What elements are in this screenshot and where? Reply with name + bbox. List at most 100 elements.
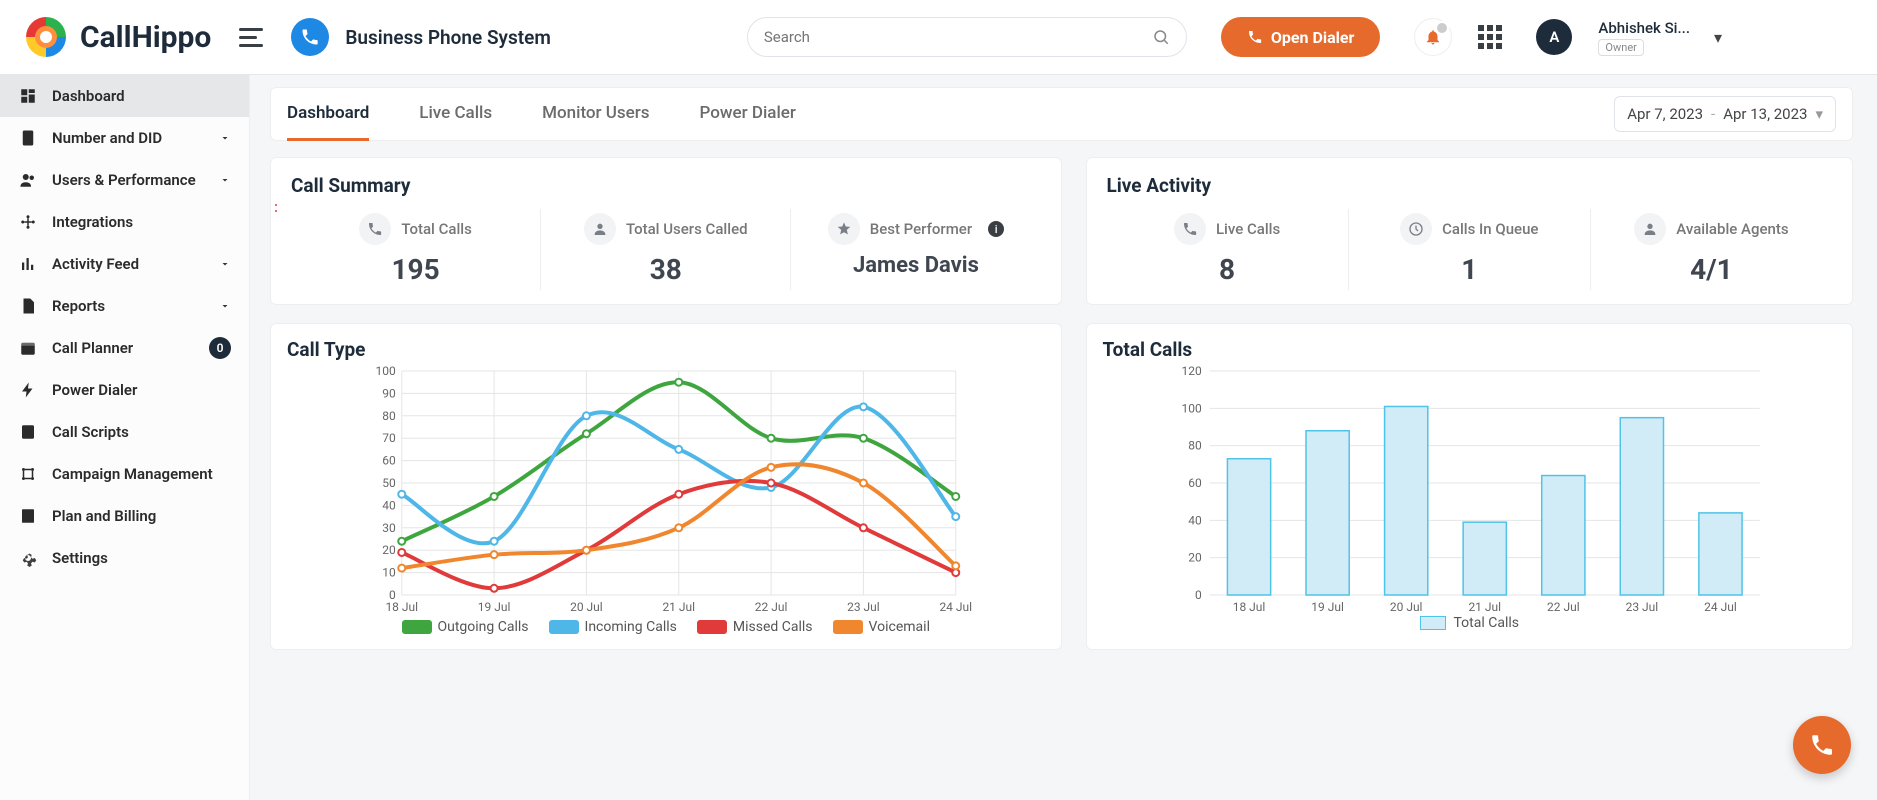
sidebar-item-label: Settings [52,549,108,567]
tab-monitor-users[interactable]: Monitor Users [542,87,649,141]
svg-text:19 Jul: 19 Jul [1311,600,1344,614]
open-dialer-button[interactable]: Open Dialer [1221,17,1381,57]
svg-text:60: 60 [1188,476,1202,490]
sidebar-item-settings[interactable]: Settings [0,537,249,579]
call-summary-title: Call Summary [291,174,1041,197]
search-icon[interactable] [1152,28,1170,46]
dialer-fab[interactable] [1793,716,1851,774]
legend-label: Missed Calls [733,619,813,635]
user-meta[interactable]: Abhishek Si... Owner [1598,19,1690,56]
stat-total-calls: Total Calls 195 [291,209,541,290]
stat-total-users-called: Total Users Called 38 [541,209,791,290]
stat-label: Available Agents [1676,220,1788,238]
stat-available-agents: Available Agents 4/1 [1591,209,1832,290]
sidebar-item-label: Call Scripts [52,423,129,441]
stat-label: Live Calls [1216,220,1280,238]
sidebar-item-label: Activity Feed [52,255,139,273]
sidebar-item-users-performance[interactable]: Users & Performance [0,159,249,201]
brand-logo-icon [24,15,68,59]
phone-icon [359,213,391,245]
call-type-chart: 010203040506070809010018 Jul19 Jul20 Jul… [287,365,1045,615]
svg-text:100: 100 [1181,401,1201,415]
notifications-button[interactable] [1414,18,1452,56]
chevron-down-icon [219,258,231,270]
svg-text:100: 100 [376,365,396,378]
main-content: Dashboard Live Calls Monitor Users Power Di… [250,75,1877,800]
legend-item[interactable]: Missed Calls [697,619,813,635]
stat-value: 1 [1461,253,1477,286]
svg-text:18 Jul: 18 Jul [1232,600,1265,614]
tab-power-dialer[interactable]: Power Dialer [700,87,796,141]
tabs-row: Dashboard Live Calls Monitor Users Power Di… [270,87,1853,141]
stat-label: Total Calls [401,220,472,238]
call-type-chart-card: Call Type 010203040506070809010018 Jul19… [270,323,1062,650]
svg-text:24 Jul: 24 Jul [939,600,972,614]
phone-icon [1247,29,1263,45]
call-summary-card: Call Summary Total Calls 195 [270,157,1062,305]
page-title: Business Phone System [345,26,550,49]
tab-live-calls[interactable]: Live Calls [419,87,492,141]
svg-text:40: 40 [1188,513,1202,527]
sidebar-item-campaign-management[interactable]: Campaign Management [0,453,249,495]
total-calls-chart-card: Total Calls 02040608010012018 Jul19 Jul2… [1086,323,1854,650]
user-role-badge: Owner [1598,39,1643,56]
sidebar-item-label: Dashboard [52,87,125,105]
svg-text:20: 20 [1188,551,1202,565]
settings-icon [18,548,38,568]
phone-system-icon[interactable] [291,18,329,56]
sidebar-item-label: Reports [52,297,105,315]
sidebar-item-activity-feed[interactable]: Activity Feed [0,243,249,285]
svg-text:10: 10 [382,566,396,580]
svg-text:120: 120 [1181,365,1201,378]
tabs: Dashboard Live Calls Monitor Users Power Di… [287,87,796,141]
sidebar-item-reports[interactable]: Reports [0,285,249,327]
stat-live-calls: Live Calls 8 [1107,209,1349,290]
info-icon[interactable]: i [988,221,1004,237]
sidebar-item-number-and-did[interactable]: Number and DID [0,117,249,159]
legend-label: Total Calls [1454,615,1520,631]
sidebar-toggle-icon[interactable] [239,23,267,51]
svg-text:24 Jul: 24 Jul [1704,600,1737,614]
sidebar-item-label: Integrations [52,213,133,231]
sidebar-item-dashboard[interactable]: Dashboard [0,75,249,117]
stat-label: Calls In Queue [1442,220,1538,238]
bell-icon [1424,28,1442,46]
sidebar-item-label: Plan and Billing [52,507,156,525]
badge: 0 [209,337,231,359]
user-avatar[interactable]: A [1536,19,1572,55]
live-activity-title: Live Activity [1107,174,1833,197]
legend-item[interactable]: Incoming Calls [549,619,677,635]
stat-value: 8 [1219,253,1235,286]
sidebar-item-power-dialer[interactable]: Power Dialer [0,369,249,411]
sidebar-item-plan-and-billing[interactable]: Plan and Billing [0,495,249,537]
legend-swatch [697,620,727,634]
sidebar-item-call-planner[interactable]: Call Planner0 [0,327,249,369]
user-icon [584,213,616,245]
apps-grid-icon[interactable] [1478,25,1502,49]
script-icon [18,422,38,442]
brand-name: CallHippo [80,20,211,55]
tab-dashboard[interactable]: Dashboard [287,87,369,141]
date-range-picker[interactable]: Apr 7, 2023 - Apr 13, 2023 ▾ [1614,96,1836,132]
total-calls-title: Total Calls [1103,338,1837,361]
queue-icon [1400,213,1432,245]
sidebar-item-integrations[interactable]: Integrations [0,201,249,243]
stat-value: James Davis [853,253,979,278]
svg-text:30: 30 [382,521,396,535]
svg-text:21 Jul: 21 Jul [1468,600,1501,614]
brand[interactable]: CallHippo [24,15,211,59]
legend-item[interactable]: Voicemail [833,619,930,635]
svg-text:19 Jul: 19 Jul [478,600,511,614]
legend-item[interactable]: Outgoing Calls [402,619,529,635]
sidebar-item-call-scripts[interactable]: Call Scripts [0,411,249,453]
search-input[interactable] [764,28,1152,46]
legend-label: Outgoing Calls [438,619,529,635]
agent-icon [1634,213,1666,245]
user-menu-caret-icon[interactable]: ▾ [1714,28,1722,47]
search-box[interactable] [747,17,1187,57]
svg-text:40: 40 [382,498,396,512]
stat-value: 195 [391,253,439,286]
billing-icon [18,506,38,526]
svg-text:20 Jul: 20 Jul [570,600,603,614]
svg-text:70: 70 [382,431,396,445]
